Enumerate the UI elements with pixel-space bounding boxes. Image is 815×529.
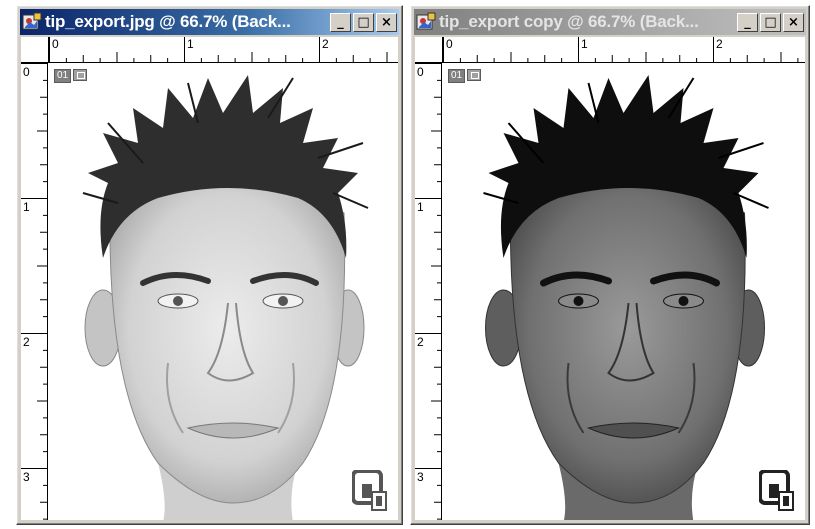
maximize-button[interactable]: □: [353, 12, 374, 32]
watermark-logo-icon: [352, 470, 387, 511]
horizontal-ruler[interactable]: 0 1 2: [49, 37, 398, 63]
ruler-label: 1: [581, 37, 588, 51]
close-icon: ×: [788, 14, 799, 30]
ruler-label: 3: [417, 470, 424, 484]
image-canvas[interactable]: 01: [48, 63, 398, 520]
slice-image-icon: [467, 69, 482, 81]
title-bar[interactable]: tip_export.jpg @ 66.7% (Back... _ □ ×: [20, 9, 399, 35]
ruler-label: 2: [322, 37, 329, 51]
photoshop-document-icon: [416, 12, 436, 30]
ruler-label: 3: [23, 470, 30, 484]
portrait-image: [82, 75, 369, 520]
slice-number: 01: [448, 69, 466, 83]
photoshop-document-icon: [22, 12, 42, 30]
title-bar[interactable]: tip_export copy @ 66.7% (Back... _ □ ×: [414, 9, 806, 35]
close-button[interactable]: ×: [783, 12, 804, 32]
ruler-label: 0: [23, 65, 30, 79]
minimize-icon: _: [744, 14, 751, 30]
vertical-ruler[interactable]: 0 1 2 3: [415, 63, 442, 520]
document-window-left[interactable]: tip_export.jpg @ 66.7% (Back... _ □ × 01…: [16, 5, 403, 525]
document-window-right[interactable]: tip_export copy @ 66.7% (Back... _ □ × 0…: [410, 5, 810, 525]
ruler-origin[interactable]: [21, 37, 49, 63]
maximize-button[interactable]: □: [760, 12, 781, 32]
ruler-label: 0: [52, 37, 59, 51]
maximize-icon: □: [357, 14, 370, 30]
slice-image-icon: [73, 69, 88, 81]
ruler-label: 2: [716, 37, 723, 51]
close-icon: ×: [381, 14, 392, 30]
portrait-image: [483, 75, 769, 520]
ruler-label: 2: [417, 335, 424, 349]
slice-badge: 01: [448, 69, 482, 83]
horizontal-ruler[interactable]: 0 1 2: [443, 37, 805, 63]
vertical-ruler[interactable]: 0 1 2 3: [21, 63, 48, 520]
minimize-button[interactable]: _: [737, 12, 758, 32]
ruler-label: 1: [187, 37, 194, 51]
minimize-button[interactable]: _: [330, 12, 351, 32]
ruler-label: 2: [23, 335, 30, 349]
close-button[interactable]: ×: [376, 12, 397, 32]
window-title: tip_export copy @ 66.7% (Back...: [439, 12, 699, 31]
ruler-label: 1: [23, 200, 30, 214]
slice-badge: 01: [54, 69, 88, 83]
window-title: tip_export.jpg @ 66.7% (Back...: [45, 12, 291, 31]
ruler-origin[interactable]: [415, 37, 443, 63]
ruler-label: 0: [446, 37, 453, 51]
slice-number: 01: [54, 69, 72, 83]
ruler-label: 1: [417, 200, 424, 214]
image-canvas[interactable]: 01: [442, 63, 805, 520]
ruler-label: 0: [417, 65, 424, 79]
watermark-logo-icon: [759, 470, 794, 511]
maximize-icon: □: [764, 14, 777, 30]
minimize-icon: _: [337, 14, 344, 30]
